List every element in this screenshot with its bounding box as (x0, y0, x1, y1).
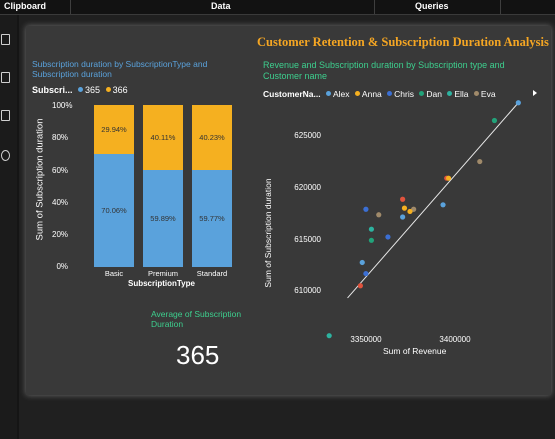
stacked-bar-y-axis-title: Sum of Subscription duration (34, 118, 46, 241)
table-view-icon[interactable] (1, 72, 10, 83)
bar-data-label: 40.11% (150, 132, 176, 142)
legend-dot-icon (387, 91, 393, 96)
scatter-point[interactable] (477, 158, 483, 165)
stacked-bar-legend: Subscri... 365 366 (32, 85, 128, 95)
legend-dot-icon (354, 91, 360, 96)
legend-next-arrow-icon[interactable] (533, 90, 537, 96)
y-tick-label: 20% (52, 230, 69, 239)
report-title: Customer Retention & Subscription Durati… (257, 35, 549, 49)
x-tick-label: 3400000 (439, 335, 471, 344)
view-switcher (0, 15, 17, 439)
report-view-icon[interactable] (1, 34, 10, 45)
scatter-point[interactable] (376, 212, 382, 218)
y-tick-label: 625000 (294, 131, 321, 140)
legend-dot-icon (419, 91, 425, 96)
y-tick-label: 610000 (294, 286, 321, 295)
legend-item[interactable]: Dan (426, 89, 442, 99)
bar-segment-standard-365[interactable]: 59.77% (192, 170, 232, 267)
scatter-point[interactable] (363, 206, 369, 212)
scatter-point[interactable] (445, 175, 452, 181)
scatter-point[interactable] (357, 283, 363, 289)
y-tick-label: 40% (52, 198, 69, 207)
legend-label: CustomerNa... (263, 89, 321, 99)
scatter-point[interactable] (407, 208, 413, 215)
scatter-point[interactable] (368, 226, 375, 232)
scatter-point[interactable] (400, 196, 406, 202)
legend-dot-icon (105, 87, 111, 92)
ribbon-group-queries[interactable]: Queries (415, 1, 449, 11)
ribbon-group-data[interactable]: Data (211, 1, 231, 11)
dax-query-icon[interactable] (1, 150, 10, 161)
y-tick-label: 100% (52, 101, 73, 110)
bar-segment-premium-366[interactable]: 40.11% (143, 105, 183, 170)
legend-item[interactable]: Eva (481, 89, 496, 99)
y-tick-label: 615000 (294, 235, 321, 244)
x-category-label: Premium (147, 269, 178, 278)
ribbon-group-clipboard[interactable]: Clipboard (4, 1, 46, 11)
bar-data-label: 40.23% (199, 133, 225, 143)
legend-dot-icon (78, 87, 84, 92)
scatter-point[interactable] (440, 202, 446, 208)
legend-item[interactable]: Chris (394, 89, 414, 99)
legend-dot-icon (326, 91, 331, 96)
scatter-y-axis-title: Sum of Subscription duration (263, 178, 273, 288)
y-tick-label: 60% (52, 166, 69, 175)
ribbon-divider (70, 0, 71, 14)
scatter-x-axis-title: Sum of Revenue (383, 346, 447, 356)
ribbon-divider (374, 0, 375, 14)
y-tick-label: 80% (52, 133, 69, 142)
card-title: Average of Subscription Duration (151, 309, 242, 329)
scatter-point[interactable] (363, 270, 369, 277)
ribbon-bar: Clipboard Data Queries (0, 0, 555, 15)
scatter-title: Revenue and Subscription duration by Sub… (263, 60, 505, 81)
scatter-point[interactable] (400, 214, 406, 220)
scatter-point[interactable] (385, 234, 391, 240)
legend-item[interactable]: 366 (113, 85, 128, 95)
scatter-point[interactable] (368, 237, 375, 243)
bar-segment-premium-365[interactable]: 59.89% (143, 169, 183, 267)
y-tick-label: 620000 (294, 183, 321, 192)
legend-item[interactable]: Anna (362, 89, 382, 99)
x-category-label: Basic (104, 269, 124, 278)
legend-dot-icon (473, 91, 479, 96)
bar-data-label: 70.06% (101, 205, 127, 215)
bar-segment-basic-366[interactable]: 29.94% (94, 105, 134, 154)
scatter-point[interactable] (401, 205, 408, 211)
bar-segment-basic-365[interactable]: 70.06% (94, 153, 134, 267)
ribbon-divider (500, 0, 501, 14)
scatter-point[interactable] (359, 259, 365, 266)
legend-dot-icon (447, 91, 453, 96)
bar-data-label: 59.89% (150, 213, 176, 223)
legend-item[interactable]: Ella (454, 89, 468, 99)
scatter-legend: CustomerNa... Alex Anna Chris Dan Ella E… (263, 89, 496, 99)
legend-label: Subscri... (32, 85, 73, 95)
stacked-bar-title: Subscription duration by SubscriptionTyp… (32, 59, 208, 79)
y-tick-label: 0% (56, 262, 68, 271)
bar-data-label: 59.77% (199, 214, 225, 224)
legend-item[interactable]: Alex (333, 89, 350, 99)
scatter-point[interactable] (515, 100, 521, 106)
bar-segment-standard-366[interactable]: 40.23% (192, 105, 232, 171)
scatter-point[interactable] (491, 117, 498, 124)
stacked-bar-x-axis-title: SubscriptionType (128, 279, 195, 288)
card-value: 365 (176, 340, 220, 370)
x-tick-label: 3350000 (350, 335, 382, 344)
bar-data-label: 29.94% (101, 124, 127, 134)
scatter-point[interactable] (326, 333, 332, 339)
legend-item[interactable]: 365 (85, 85, 100, 95)
x-category-label: Standard (196, 269, 228, 278)
model-view-icon[interactable] (1, 110, 10, 121)
